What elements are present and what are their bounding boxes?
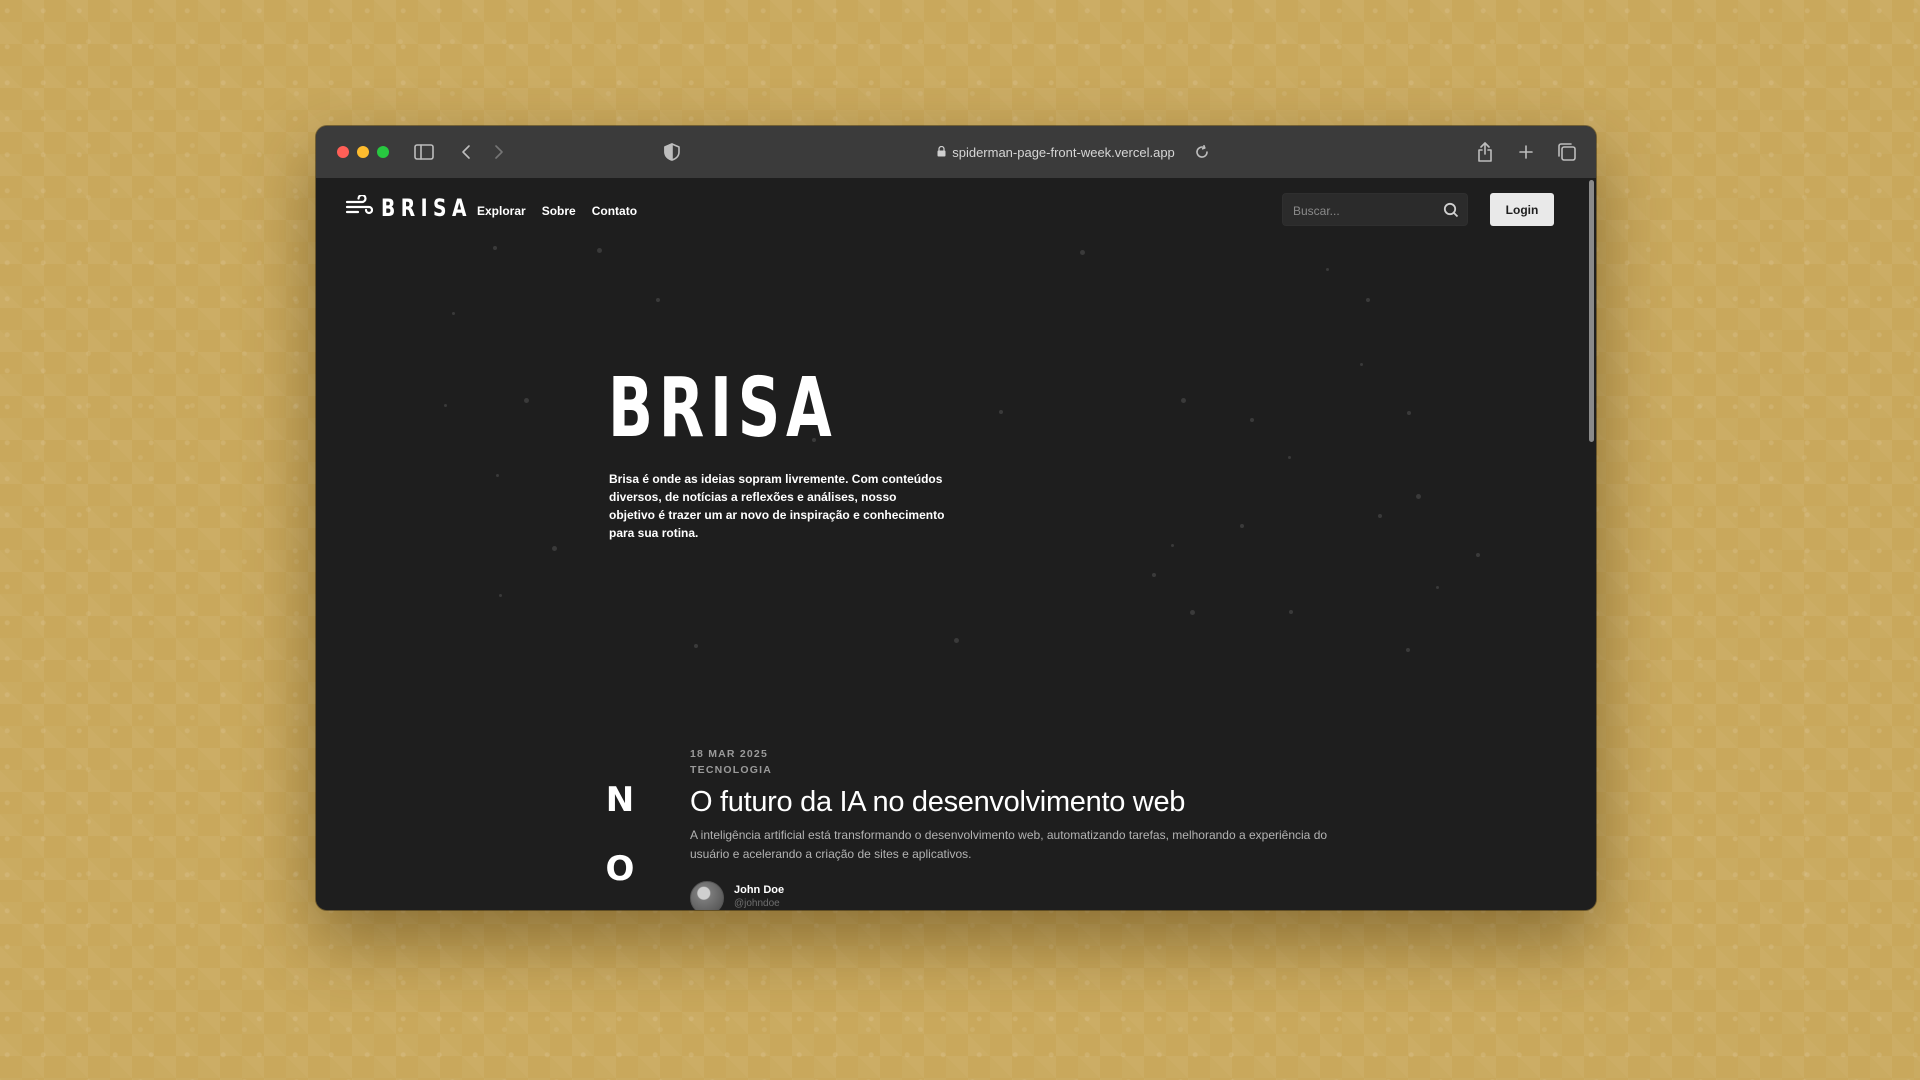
vertical-letter: N xyxy=(605,780,635,820)
url-text: spiderman-page-front-week.vercel.app xyxy=(952,144,1175,160)
wind-icon xyxy=(345,193,374,222)
minimize-window-button[interactable] xyxy=(357,146,369,158)
nav-link-sobre[interactable]: Sobre xyxy=(542,204,576,218)
search-icon[interactable] xyxy=(1443,202,1459,223)
forward-icon[interactable] xyxy=(487,140,511,164)
article-excerpt: A inteligência artificial está transform… xyxy=(690,828,1328,861)
privacy-shield-icon[interactable] xyxy=(660,140,684,164)
nav-link-contato[interactable]: Contato xyxy=(592,204,637,218)
new-tab-icon[interactable] xyxy=(1514,140,1538,164)
maximize-window-button[interactable] xyxy=(377,146,389,158)
vertical-letter: O xyxy=(605,849,635,889)
search-input[interactable] xyxy=(1291,201,1435,221)
lock-icon xyxy=(937,145,946,160)
vertical-scrollbar[interactable] xyxy=(1589,180,1594,442)
browser-window: spiderman-page-front-week.vercel.app BRI… xyxy=(316,126,1596,910)
sidebar-toggle-icon[interactable] xyxy=(412,140,436,164)
article-date: 18 MAR 2025 xyxy=(690,748,768,760)
article-author[interactable]: John Doe @johndoe xyxy=(690,881,1390,910)
main-nav: Explorar Sobre Contato xyxy=(477,204,637,218)
login-button[interactable]: Login xyxy=(1490,193,1554,226)
browser-toolbar: spiderman-page-front-week.vercel.app xyxy=(316,126,1596,179)
featured-article[interactable]: 18 MAR 2025 TECNOLOGIA O futuro da IA no… xyxy=(690,746,1390,910)
author-name: John Doe xyxy=(734,884,785,896)
hero-title: BRISA xyxy=(608,361,838,456)
section-vertical-heading: N O xyxy=(590,780,650,910)
close-window-button[interactable] xyxy=(337,146,349,158)
avatar[interactable] xyxy=(690,881,724,910)
reload-icon[interactable] xyxy=(1190,140,1214,164)
hero-description: Brisa é onde as ideias sopram livremente… xyxy=(609,472,945,540)
nav-link-explorar[interactable]: Explorar xyxy=(477,204,526,218)
tab-overview-icon[interactable] xyxy=(1555,140,1579,164)
search-box xyxy=(1282,193,1468,226)
logo-text: BRISA xyxy=(381,194,472,222)
article-category[interactable]: TECNOLOGIA xyxy=(690,762,1390,778)
author-handle: @johndoe xyxy=(734,898,780,909)
page-viewport: BRISA Explorar Sobre Contato Login BRISA… xyxy=(316,178,1596,910)
article-title[interactable]: O futuro da IA no desenvolvimento web xyxy=(690,784,1390,820)
site-logo[interactable]: BRISA xyxy=(345,193,498,222)
back-icon[interactable] xyxy=(454,140,478,164)
share-icon[interactable] xyxy=(1473,140,1497,164)
